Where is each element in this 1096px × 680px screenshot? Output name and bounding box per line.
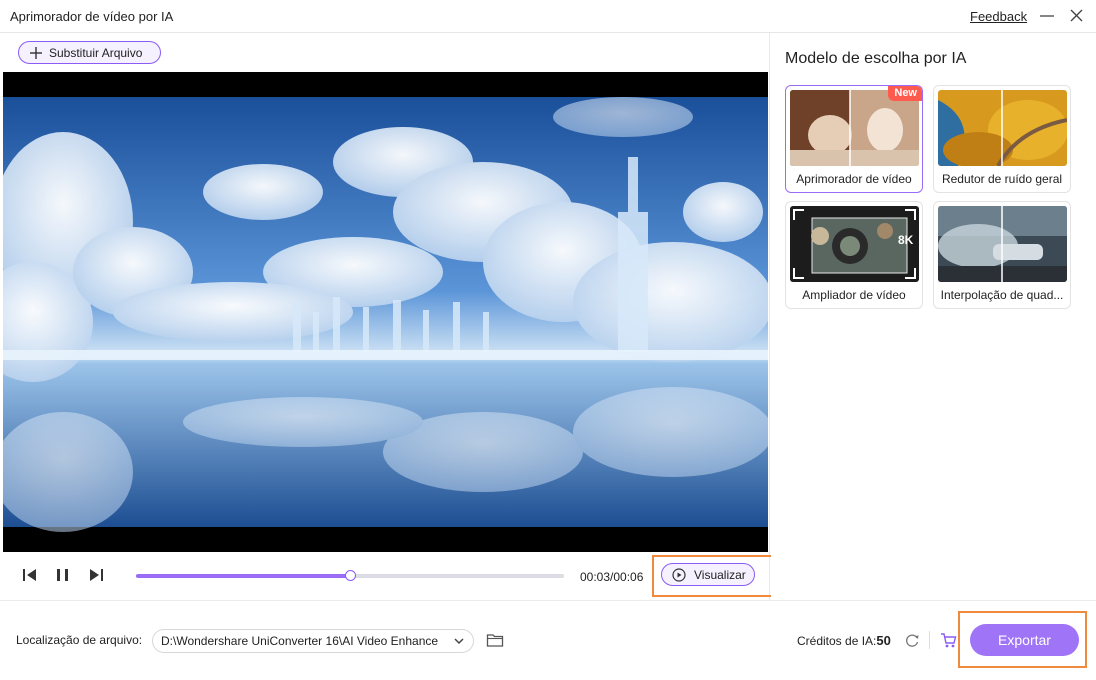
file-location-value: D:\Wondershare UniConverter 16\AI Video … [161,634,439,648]
cart-icon[interactable] [940,632,957,649]
divider [929,631,930,649]
model-card-label: Redutor de ruído geral [941,172,1063,186]
video-enhancer-thumbnail [790,90,919,166]
time-display: 00:03/00:06 [580,570,644,584]
video-player[interactable] [3,72,768,552]
progress-handle[interactable] [345,570,356,581]
plus-icon [29,46,43,60]
progress-slider[interactable] [136,570,564,581]
frame-interpolation-thumbnail [938,206,1067,282]
export-button[interactable]: Exportar [970,624,1079,656]
video-frame-image [3,72,768,552]
progress-fill [136,574,350,578]
ai-credits: Créditos de IA:50 [797,633,891,648]
ai-credits-value: 50 [876,633,891,648]
playback-controls: 00:03/00:06 Visualizar [0,555,776,600]
video-upscaler-thumbnail: 8K [790,206,919,282]
file-location-select[interactable]: D:\Wondershare UniConverter 16\AI Video … [152,629,474,653]
model-panel-heading: Modelo de escolha por IA [785,50,967,67]
model-card-noise-reducer[interactable]: Redutor de ruído geral [933,85,1071,193]
model-card-video-upscaler[interactable]: 8K Ampliador de vídeo [785,201,923,309]
preview-button[interactable]: Visualizar [661,563,755,586]
close-icon[interactable] [1066,6,1086,26]
model-card-frame-interpolation[interactable]: Interpolação de quad... [933,201,1071,309]
refresh-icon[interactable] [904,632,920,648]
preview-pane: Substituir Arquivo 00:03/00:06 Visualiza… [0,33,776,600]
file-location-label: Localização de arquivo: [16,633,143,647]
model-card-label: Aprimorador de vídeo [796,172,912,186]
previous-frame-icon[interactable] [21,566,39,584]
window-title: Aprimorador de vídeo por IA [10,9,174,24]
pause-icon[interactable] [54,566,72,584]
model-card-label: Interpolação de quad... [940,288,1064,302]
preview-label: Visualizar [694,567,746,582]
play-circle-icon [672,567,686,582]
resolution-8k-text: 8K [898,233,914,247]
new-badge: New [888,86,922,101]
noise-reducer-thumbnail [938,90,1067,166]
next-frame-icon[interactable] [87,566,105,584]
ai-credits-label: Créditos de IA: [797,634,877,648]
title-bar: Aprimorador de vídeo por IA Feedback [0,0,1096,33]
model-card-video-enhancer[interactable]: New Aprimorador de vídeo [785,85,923,193]
replace-file-button[interactable]: Substituir Arquivo [18,41,161,64]
model-card-label: Ampliador de vídeo [802,288,906,302]
folder-icon[interactable] [486,631,504,649]
feedback-link[interactable]: Feedback [970,9,1027,24]
model-panel: Modelo de escolha por IA New Aprimorador… [771,33,1096,600]
replace-file-label: Substituir Arquivo [49,45,143,60]
minimize-icon[interactable] [1037,6,1057,26]
chevron-down-icon [453,635,465,647]
bottom-bar: Localização de arquivo: D:\Wondershare U… [0,600,1096,680]
